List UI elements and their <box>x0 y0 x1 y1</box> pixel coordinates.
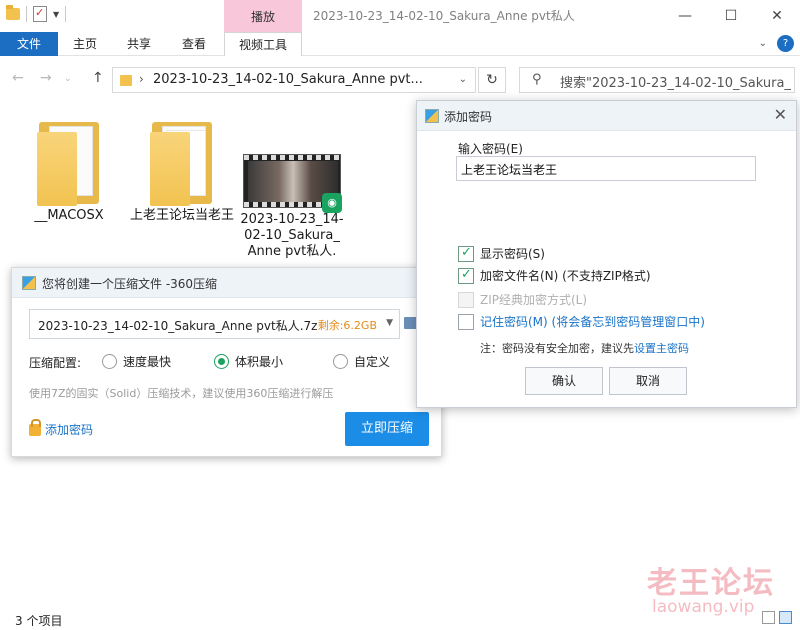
option-label: 速度最快 <box>123 355 172 369</box>
tab-file[interactable]: 文件 <box>0 32 58 56</box>
confirm-button[interactable]: 确认 <box>525 367 603 395</box>
radio-fastest[interactable] <box>102 354 117 369</box>
password-input-label: 输入密码(E) <box>458 142 523 156</box>
zip-classic-label: ZIP经典加密方式(L) <box>480 293 588 307</box>
window-title: 2023-10-23_14-02-10_Sakura_Anne pvt私人 <box>313 9 575 23</box>
file-item-folder[interactable]: 上老王论坛当老王 <box>130 118 234 224</box>
file-name: 2023-10-23_14-02-10_Sakura_Anne pvt私人. <box>240 212 344 259</box>
search-icon: ⚲ <box>532 72 542 87</box>
expand-ribbon-icon[interactable]: ⌄ <box>759 38 767 49</box>
address-bar[interactable]: › 2023-10-23_14-02-10_Sakura_Anne pvt...… <box>112 67 476 93</box>
watermark-url: laowang.vip <box>652 597 755 617</box>
search-placeholder: 搜索"2023-10-23_14-02-10_Sakura_... <box>560 76 792 91</box>
lock-icon <box>29 418 41 436</box>
cancel-button[interactable]: 取消 <box>609 367 687 395</box>
title-bar: ▼ 播放 2023-10-23_14-02-10_Sakura_Anne pvt… <box>0 0 800 32</box>
password-dialog-header: 添加密码 ✕ <box>417 101 796 131</box>
zip-classic-option: ZIP经典加密方式(L) <box>458 291 587 308</box>
file-name: __MACOSX <box>34 208 104 223</box>
divider <box>65 6 67 22</box>
add-password-link[interactable]: 添加密码 <box>29 418 94 438</box>
add-password-label: 添加密码 <box>45 423 94 437</box>
show-password-option[interactable]: 显示密码(S) <box>458 245 545 262</box>
zip-classic-checkbox <box>458 291 474 308</box>
folder-icon <box>150 118 214 206</box>
file-item-macosx[interactable]: __MACOSX <box>17 118 121 224</box>
compress-dialog: 您将创建一个压缩文件 -360压缩 2023-10-23_14-02-10_Sa… <box>11 267 442 457</box>
password-field[interactable]: 上老王论坛当老王 <box>456 156 756 181</box>
option-label: 自定义 <box>354 355 391 369</box>
tab-view[interactable]: 查看 <box>168 32 220 56</box>
address-path: 2023-10-23_14-02-10_Sakura_Anne pvt... <box>153 72 423 87</box>
set-master-password-link[interactable]: 设置主密码 <box>634 342 689 355</box>
chevron-down-icon[interactable]: ⌄ <box>459 74 467 85</box>
view-toggle <box>762 611 792 624</box>
file-name: 上老王论坛当老王 <box>130 208 235 223</box>
option-custom[interactable]: 自定义 <box>333 353 390 370</box>
quick-access-toolbar: ▼ <box>6 5 67 22</box>
search-box[interactable]: ⚲ 搜索"2023-10-23_14-02-10_Sakura_... <box>519 67 795 93</box>
refresh-button[interactable]: ↻ <box>478 67 506 93</box>
customize-dropdown-icon[interactable]: ▼ <box>53 10 59 19</box>
close-button[interactable]: ✕ <box>754 0 800 32</box>
option-fastest[interactable]: 速度最快 <box>102 353 171 370</box>
radio-smallest[interactable] <box>214 354 229 369</box>
watermark-text: 老王论坛 <box>647 566 775 601</box>
option-smallest[interactable]: 体积最小 <box>214 353 283 370</box>
compress-dialog-title: 您将创建一个压缩文件 -360压缩 <box>42 277 218 291</box>
play-context-tab: 播放 <box>224 0 302 32</box>
ribbon-controls: ⌄ ? <box>759 35 794 52</box>
properties-icon[interactable] <box>33 6 47 22</box>
archive-filename: 2023-10-23_14-02-10_Sakura_Anne pvt私人.7z <box>38 319 318 333</box>
radio-custom[interactable] <box>333 354 348 369</box>
forward-arrow-icon[interactable]: → <box>40 70 52 86</box>
chevron-right-icon[interactable]: › <box>139 72 144 86</box>
video-file-icon: ◉ <box>243 154 342 213</box>
360-zip-logo-icon <box>22 276 36 290</box>
minimize-button[interactable]: — <box>662 0 708 32</box>
item-count: 3 个项目 <box>15 614 63 628</box>
add-password-dialog: 添加密码 ✕ 输入密码(E) 上老王论坛当老王 显示密码(S) 加密文件名(N)… <box>416 100 797 408</box>
password-dialog-title: 添加密码 <box>444 110 493 124</box>
show-password-checkbox[interactable] <box>458 245 474 262</box>
recent-locations-icon[interactable]: ⌄ <box>64 74 72 84</box>
password-note: 注：密码没有安全加密，建议先设置主密码 <box>480 340 689 356</box>
maximize-button[interactable]: ☐ <box>708 0 754 32</box>
ribbon-tabs: 文件 主页 共享 查看 视频工具 ⌄ ? <box>0 32 800 56</box>
help-icon[interactable]: ? <box>777 35 794 52</box>
back-arrow-icon[interactable]: ← <box>12 70 24 86</box>
encrypt-filenames-option[interactable]: 加密文件名(N) (不支持ZIP格式) <box>458 267 651 284</box>
show-password-label: 显示密码(S) <box>480 247 545 261</box>
folder-icon <box>37 118 101 206</box>
chevron-down-icon[interactable]: ▼ <box>386 318 393 328</box>
remaining-space: 剩余:6.2GB <box>317 319 377 332</box>
tab-video-tools[interactable]: 视频工具 <box>224 32 302 56</box>
360-zip-logo-icon <box>425 109 439 123</box>
remember-password-label[interactable]: 记住密码(M) (将会备忘到密码管理窗口中) <box>480 313 705 330</box>
details-view-icon[interactable] <box>762 611 775 624</box>
encrypt-filenames-label: 加密文件名(N) (不支持ZIP格式) <box>480 269 651 283</box>
folder-icon <box>6 5 20 20</box>
tab-share[interactable]: 共享 <box>114 32 164 56</box>
password-note-text: 注：密码没有安全加密，建议先 <box>480 342 634 355</box>
player-badge-icon: ◉ <box>322 193 342 213</box>
divider <box>26 6 27 22</box>
remember-password-option[interactable]: 记住密码(M) (将会备忘到密码管理窗口中) <box>458 313 705 330</box>
archive-path-field[interactable]: 2023-10-23_14-02-10_Sakura_Anne pvt私人.7z… <box>29 309 400 339</box>
file-item-video[interactable]: ◉ 2023-10-23_14-02-10_Sakura_Anne pvt私人. <box>240 118 344 260</box>
compress-hint: 使用7Z的固实（Solid）压缩技术，建议使用360压缩进行解压 <box>29 387 334 400</box>
compress-now-button[interactable]: 立即压缩 <box>345 412 429 446</box>
window-controls: — ☐ ✕ <box>662 0 800 32</box>
tab-home[interactable]: 主页 <box>60 32 110 56</box>
up-arrow-icon[interactable]: ↑ <box>92 70 104 86</box>
close-icon[interactable]: ✕ <box>774 105 787 124</box>
encrypt-filenames-checkbox[interactable] <box>458 267 474 284</box>
compress-dialog-header: 您将创建一个压缩文件 -360压缩 <box>12 268 441 298</box>
large-icons-view-icon[interactable] <box>779 611 792 624</box>
navigation-bar: ← → ⌄ ↑ › 2023-10-23_14-02-10_Sakura_Ann… <box>0 62 800 98</box>
compress-config-label: 压缩配置: <box>29 355 82 370</box>
option-label: 体积最小 <box>235 355 284 369</box>
remember-password-checkbox[interactable] <box>458 313 474 330</box>
folder-icon <box>120 75 132 86</box>
